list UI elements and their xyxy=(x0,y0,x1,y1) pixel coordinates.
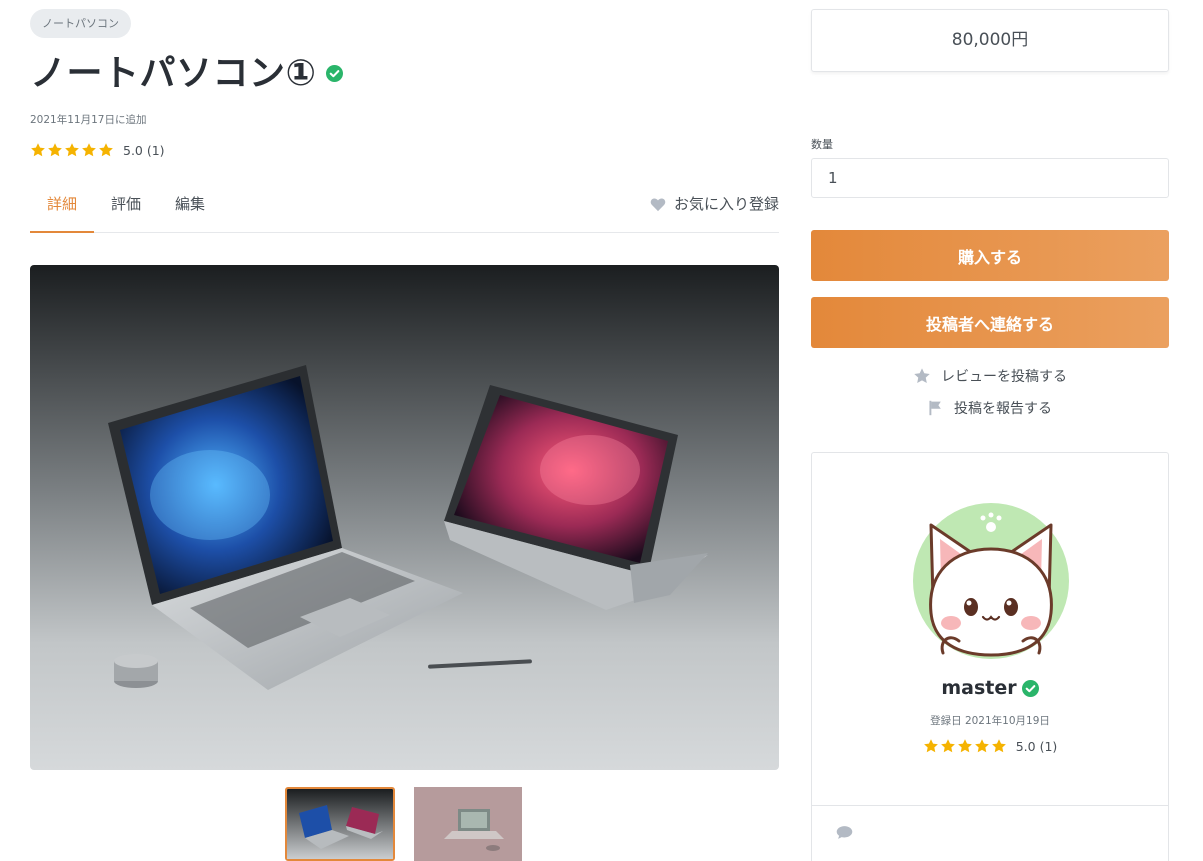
write-review-label: レビューを投稿する xyxy=(941,369,1067,385)
avatar[interactable] xyxy=(913,503,1069,659)
star-icon xyxy=(99,143,113,157)
star-icon xyxy=(48,143,62,157)
product-rating: 5.0 (1) xyxy=(30,142,165,158)
heart-icon xyxy=(650,197,666,211)
star-icon xyxy=(65,143,79,157)
contact-poster-button[interactable]: 投稿者へ連絡する xyxy=(811,297,1169,348)
verified-check-icon xyxy=(326,50,344,91)
rating-text: 5.0 (1) xyxy=(123,142,165,158)
star-icon xyxy=(974,739,989,753)
quantity-input[interactable] xyxy=(811,158,1169,198)
report-post-link[interactable]: 投稿を報告する xyxy=(811,398,1169,418)
star-icon xyxy=(940,739,955,753)
added-date: 2021年11月17日に追加 xyxy=(30,114,147,126)
seller-rating: 5.0 (1) xyxy=(812,738,1168,754)
verified-check-icon xyxy=(1021,679,1039,697)
star-icon xyxy=(991,739,1006,753)
price-display: 80,000円 xyxy=(811,9,1169,72)
write-review-link[interactable]: レビューを投稿する xyxy=(811,366,1169,386)
star-icon xyxy=(914,368,930,383)
seller-name-row: master xyxy=(812,677,1168,699)
comment-icon[interactable] xyxy=(836,825,853,844)
rating-stars xyxy=(30,142,115,158)
star-icon xyxy=(31,143,45,157)
seller-rating-text: 5.0 (1) xyxy=(1015,738,1058,754)
star-icon xyxy=(957,739,972,753)
page-title: ノートパソコン① xyxy=(30,44,344,96)
rating-stars xyxy=(923,738,1008,754)
tab-edit[interactable]: 編集 xyxy=(158,183,222,233)
seller-registered-date: 登録日 2021年10月19日 xyxy=(930,715,1050,727)
favorite-button[interactable]: お気に入り登録 xyxy=(650,183,779,225)
quantity-label: 数量 xyxy=(811,138,833,151)
product-title: ノートパソコン① xyxy=(30,53,317,94)
product-image xyxy=(30,265,779,770)
category-badge[interactable]: ノートパソコン xyxy=(30,9,131,38)
thumbnail-2[interactable] xyxy=(414,787,522,861)
star-icon xyxy=(82,143,96,157)
thumbnail-1[interactable] xyxy=(285,787,395,861)
buy-button[interactable]: 購入する xyxy=(811,230,1169,281)
favorite-label: お気に入り登録 xyxy=(673,195,779,213)
seller-profile-card: master 登録日 2021年10月19日 5.0 (1) xyxy=(811,452,1169,861)
divider xyxy=(812,805,1168,806)
product-tabs: 詳細 評価 編集 お気に入り登録 xyxy=(30,183,779,233)
report-post-label: 投稿を報告する xyxy=(954,401,1052,417)
flag-icon xyxy=(929,400,941,416)
seller-name[interactable]: master xyxy=(941,677,1016,699)
tab-details[interactable]: 詳細 xyxy=(30,183,94,233)
star-icon xyxy=(923,739,938,753)
tab-reviews[interactable]: 評価 xyxy=(94,183,158,233)
